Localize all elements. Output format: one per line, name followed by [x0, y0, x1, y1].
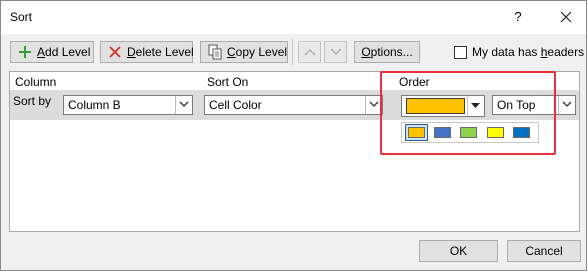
chevron-up-icon [304, 49, 315, 56]
sort-by-label: Sort by [13, 94, 52, 108]
chevron-down-icon [330, 48, 341, 55]
sort-on-header: Sort On [207, 75, 249, 89]
delete-x-icon [107, 44, 123, 60]
ok-button[interactable]: OK [419, 240, 498, 262]
sort-on-select-value: Cell Color [209, 98, 262, 112]
move-up-button[interactable] [298, 41, 321, 63]
sort-on-select[interactable]: Cell Color [204, 95, 383, 115]
chevron-down-icon[interactable] [558, 96, 575, 114]
move-down-button[interactable] [324, 41, 347, 63]
copy-level-button[interactable]: Copy Level [200, 41, 288, 63]
copy-level-label: Copy Level [227, 45, 288, 59]
column-select-value: Column B [68, 98, 121, 112]
options-button[interactable]: Options... [354, 41, 420, 63]
my-data-has-headers-checkbox[interactable] [454, 46, 467, 59]
delete-level-button[interactable]: Delete Level [100, 41, 194, 63]
options-label: Options... [361, 45, 413, 59]
delete-level-label: Delete Level [127, 45, 194, 59]
help-button[interactable]: ? [510, 7, 526, 27]
close-icon[interactable] [556, 7, 576, 27]
plus-icon [17, 44, 33, 60]
add-level-button[interactable]: Add Level [10, 41, 94, 63]
dialog-title: Sort [10, 10, 33, 24]
red-highlight-box [380, 71, 556, 155]
title-bar: Sort ? [1, 1, 586, 34]
column-select[interactable]: Column B [63, 95, 193, 115]
toolbar-separator [292, 39, 293, 65]
column-header: Column [15, 75, 57, 89]
my-data-has-headers-label: My data has headers [472, 45, 585, 59]
cancel-button[interactable]: Cancel [507, 240, 581, 262]
copy-icon [207, 44, 223, 60]
sort-dialog: Sort ? Add Level Delete Level Copy Level [0, 0, 587, 271]
chevron-down-icon[interactable] [175, 96, 192, 114]
add-level-label: Add Level [37, 45, 91, 59]
